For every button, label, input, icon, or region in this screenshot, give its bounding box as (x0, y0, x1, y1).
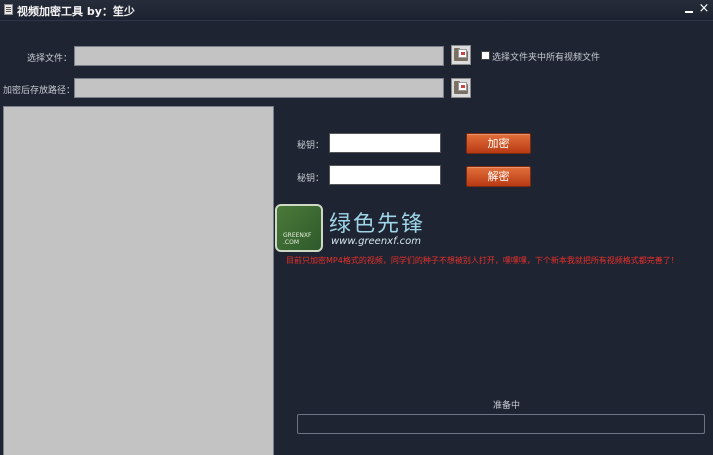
minimize-icon[interactable] (682, 2, 696, 16)
watermark-url: www.greenxf.com (331, 236, 421, 247)
select-all-videos-checkbox[interactable] (481, 51, 490, 60)
watermark-logo: GREENXF .COM (275, 204, 323, 252)
select-file-input[interactable] (74, 46, 444, 66)
key-input-1[interactable] (329, 133, 441, 153)
key-label-2: 秘钥： (297, 174, 325, 184)
key-label-1: 秘钥： (297, 141, 325, 151)
watermark: GREENXF .COM 绿色先锋 www.greenxf.com (275, 204, 445, 256)
close-icon[interactable]: × (697, 2, 711, 16)
select-all-videos-label: 选择文件夹中所有视频文件 (492, 53, 601, 63)
select-file-label: 选择文件： (27, 54, 73, 64)
key-input-2[interactable] (329, 165, 441, 185)
decrypt-button[interactable]: 解密 (466, 166, 531, 187)
progress-bar (297, 414, 705, 434)
encrypt-button[interactable]: 加密 (466, 133, 531, 154)
watermark-cn-text: 绿色先锋 (329, 212, 426, 237)
select-file-browse-button[interactable] (451, 45, 471, 65)
title-bar: 视频加密工具 by：笙少 × (0, 0, 713, 21)
output-path-input[interactable] (74, 78, 444, 98)
output-path-browse-button[interactable] (451, 78, 471, 98)
output-path-label: 加密后存放路径： (3, 86, 76, 96)
window-title: 视频加密工具 by：笙少 (17, 5, 135, 18)
file-list-panel[interactable] (3, 106, 274, 455)
notice-text: 目前只加密MP4格式的视频，同学们的种子不想被别人打开，嘿嘿嘿，下个新本我就把所… (286, 256, 679, 265)
app-icon (4, 4, 13, 15)
status-text: 准备中 (493, 401, 521, 411)
